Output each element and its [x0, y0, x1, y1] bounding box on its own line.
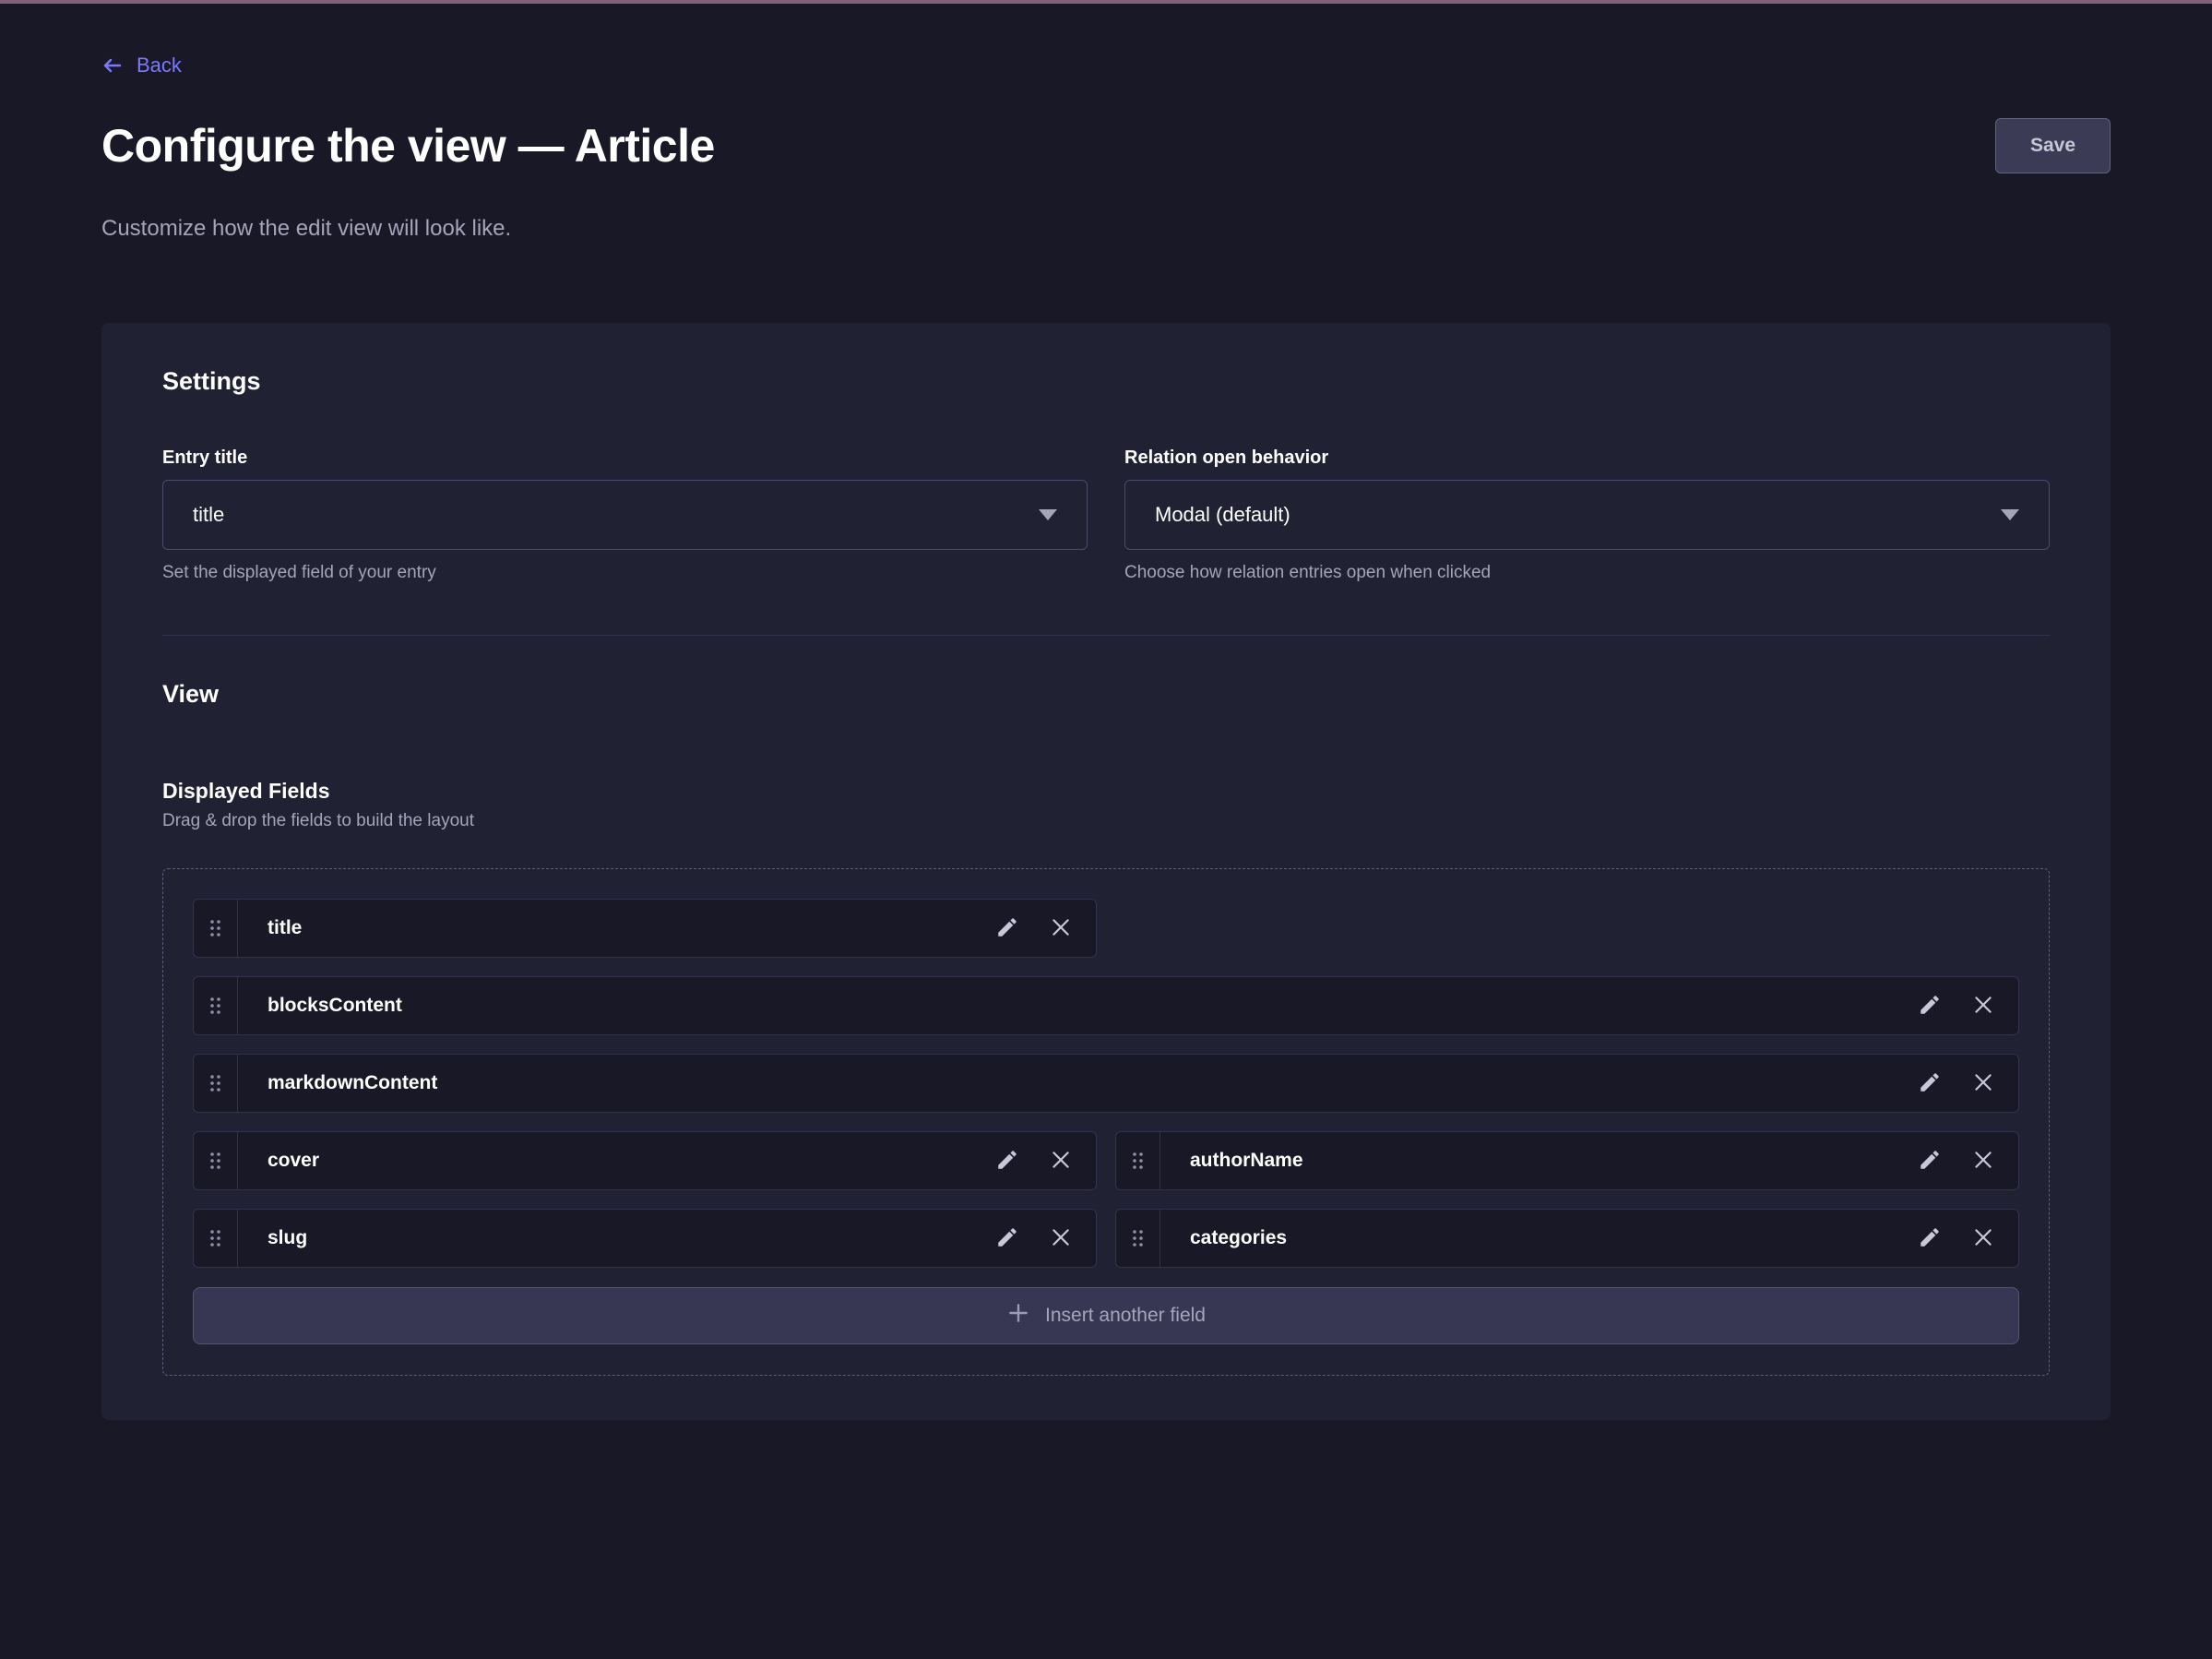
relation-behavior-label: Relation open behavior	[1124, 448, 2050, 469]
close-icon	[1049, 915, 1073, 942]
field-row-actions	[987, 900, 1096, 957]
fields-grid: title	[193, 899, 2019, 1345]
pencil-icon	[1918, 1225, 1942, 1252]
close-icon	[1049, 1225, 1073, 1252]
settings-form: Entry title title Set the displayed fiel…	[162, 448, 2050, 583]
field-row-actions	[987, 1210, 1096, 1267]
field-label: blocksContent	[238, 977, 1909, 1034]
edit-field-button[interactable]	[987, 1218, 1028, 1259]
relation-behavior-value: Modal (default)	[1155, 503, 1290, 527]
field-label: categories	[1160, 1210, 1909, 1267]
pencil-icon	[1918, 1070, 1942, 1097]
entry-title-field: Entry title title Set the displayed fiel…	[162, 448, 1088, 583]
back-arrow-icon	[101, 54, 124, 77]
field-row-actions	[1909, 1132, 2018, 1189]
relation-behavior-hint: Choose how relation entries open when cl…	[1124, 563, 2050, 583]
close-icon	[1971, 1225, 1995, 1252]
remove-field-button[interactable]	[1041, 1140, 1081, 1181]
remove-field-button[interactable]	[1041, 1218, 1081, 1259]
chevron-down-icon	[1039, 509, 1057, 520]
view-heading: View	[162, 680, 2050, 709]
back-link[interactable]: Back	[101, 54, 182, 78]
remove-field-button[interactable]	[1963, 1140, 2004, 1181]
insert-field-button[interactable]: Insert another field	[193, 1287, 2019, 1344]
close-icon	[1971, 993, 1995, 1020]
page-subtitle: Customize how the edit view will look li…	[101, 216, 2111, 242]
drag-handle-icon[interactable]	[194, 900, 238, 957]
configure-panel: Settings Entry title title Set the displ…	[101, 323, 2111, 1420]
drag-handle-icon[interactable]	[194, 1055, 238, 1112]
remove-field-button[interactable]	[1041, 908, 1081, 949]
field-row: title	[193, 899, 1097, 958]
page-content: Back Configure the view — Article Save C…	[0, 4, 2212, 1420]
close-icon	[1971, 1070, 1995, 1097]
remove-field-button[interactable]	[1963, 985, 2004, 1026]
field-row: markdownContent	[193, 1054, 2019, 1113]
drag-handle-icon[interactable]	[194, 1132, 238, 1189]
drag-handle-icon[interactable]	[194, 977, 238, 1034]
section-divider	[162, 635, 2050, 636]
drag-handle-icon[interactable]	[194, 1210, 238, 1267]
field-label: title	[238, 900, 987, 957]
chevron-down-icon	[2001, 509, 2019, 520]
header-row: Configure the view — Article Save	[101, 118, 2111, 173]
field-label: cover	[238, 1132, 987, 1189]
relation-behavior-field: Relation open behavior Modal (default) C…	[1124, 448, 2050, 583]
field-row-actions	[987, 1132, 1096, 1189]
edit-field-button[interactable]	[1909, 1218, 1950, 1259]
pencil-icon	[1918, 1148, 1942, 1175]
field-row: authorName	[1115, 1131, 2019, 1190]
edit-field-button[interactable]	[987, 1140, 1028, 1181]
field-row: blocksContent	[193, 976, 2019, 1035]
remove-field-button[interactable]	[1963, 1218, 2004, 1259]
field-row: cover	[193, 1131, 1097, 1190]
field-label: slug	[238, 1210, 987, 1267]
fields-drop-zone: title	[162, 868, 2050, 1376]
plus-icon	[1006, 1301, 1030, 1331]
save-button[interactable]: Save	[1995, 118, 2111, 173]
drag-handle-icon[interactable]	[1116, 1132, 1160, 1189]
field-label: authorName	[1160, 1132, 1909, 1189]
entry-title-label: Entry title	[162, 448, 1088, 469]
field-row-actions	[1909, 1055, 2018, 1112]
pencil-icon	[1918, 993, 1942, 1020]
entry-title-value: title	[193, 503, 224, 527]
pencil-icon	[995, 1225, 1019, 1252]
field-row: categories	[1115, 1209, 2019, 1268]
back-label: Back	[137, 54, 182, 78]
field-label: markdownContent	[238, 1055, 1909, 1112]
entry-title-select[interactable]: title	[162, 480, 1088, 550]
displayed-fields-title: Displayed Fields	[162, 779, 2050, 804]
remove-field-button[interactable]	[1963, 1063, 2004, 1104]
close-icon	[1049, 1148, 1073, 1175]
field-row: slug	[193, 1209, 1097, 1268]
relation-behavior-select[interactable]: Modal (default)	[1124, 480, 2050, 550]
pencil-icon	[995, 915, 1019, 942]
edit-field-button[interactable]	[1909, 1140, 1950, 1181]
edit-field-button[interactable]	[1909, 1063, 1950, 1104]
settings-heading: Settings	[162, 367, 2050, 396]
edit-field-button[interactable]	[1909, 985, 1950, 1026]
field-row-actions	[1909, 1210, 2018, 1267]
field-row-actions	[1909, 977, 2018, 1034]
edit-field-button[interactable]	[987, 908, 1028, 949]
drag-handle-icon[interactable]	[1116, 1210, 1160, 1267]
insert-field-label: Insert another field	[1045, 1305, 1206, 1327]
entry-title-hint: Set the displayed field of your entry	[162, 563, 1088, 583]
pencil-icon	[995, 1148, 1019, 1175]
page-title: Configure the view — Article	[101, 119, 715, 173]
close-icon	[1971, 1148, 1995, 1175]
displayed-fields-subtitle: Drag & drop the fields to build the layo…	[162, 811, 2050, 831]
